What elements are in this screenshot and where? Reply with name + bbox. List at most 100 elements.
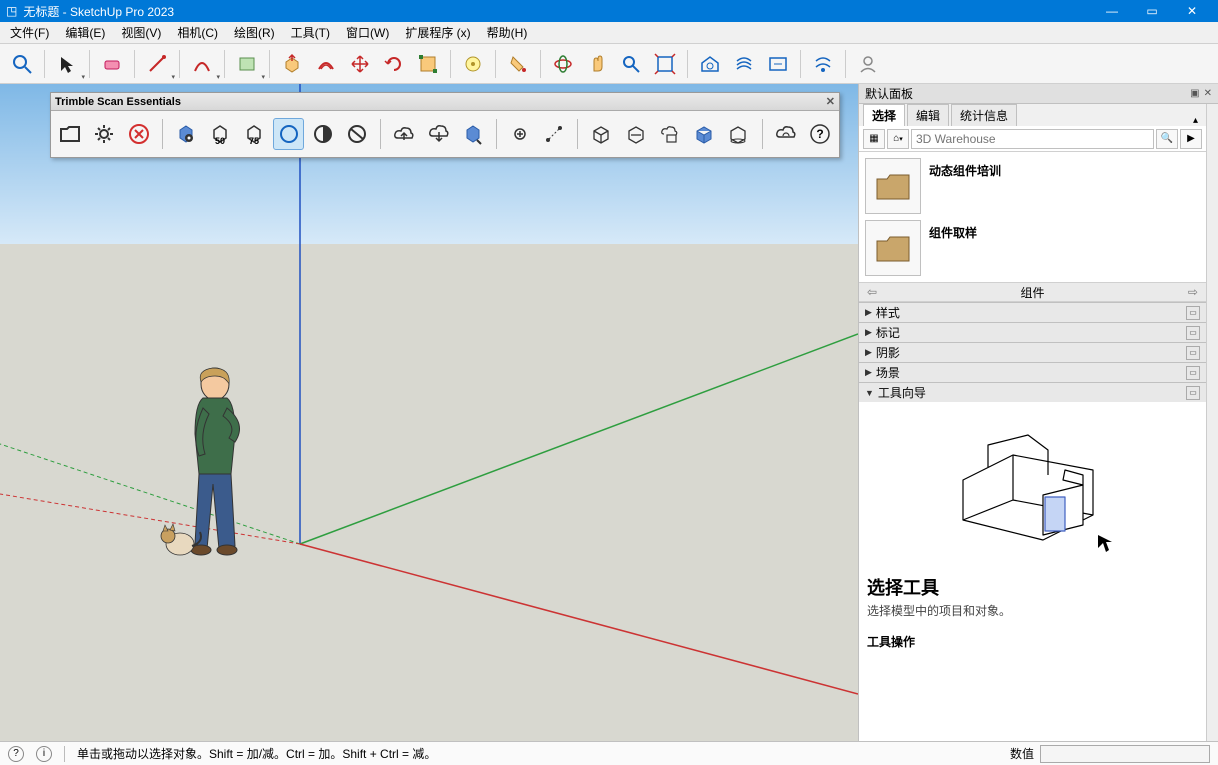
inspect-cloud-icon[interactable]: [458, 118, 488, 150]
line-tool-icon[interactable]: [141, 48, 173, 80]
side-panel-title: 默认面板: [865, 85, 913, 102]
menu-tools[interactable]: 工具(T): [285, 22, 336, 43]
panel-collapse-icon[interactable]: ▴: [1193, 115, 1202, 126]
search-tool-icon[interactable]: [6, 48, 38, 80]
cloud-download-icon[interactable]: [423, 118, 453, 150]
tab-edit[interactable]: 编辑: [907, 104, 949, 126]
offset-tool-icon[interactable]: [310, 48, 342, 80]
add-point-icon[interactable]: [505, 118, 535, 150]
solid-fit-icon[interactable]: [689, 118, 719, 150]
menu-view[interactable]: 视图(V): [115, 22, 167, 43]
side-tabs: 选择 编辑 统计信息 ▴: [859, 104, 1206, 126]
forward-icon[interactable]: ▶: [1180, 129, 1202, 149]
main-toolbar: [0, 44, 1218, 84]
side-scrollbar[interactable]: [1206, 104, 1218, 741]
minimize-button[interactable]: —: [1092, 0, 1132, 22]
help-icon[interactable]: ?: [805, 118, 835, 150]
extension-warehouse-icon[interactable]: [728, 48, 760, 80]
eraser-tool-icon[interactable]: [96, 48, 128, 80]
menu-help[interactable]: 帮助(H): [481, 22, 534, 43]
svg-text:?: ?: [816, 127, 823, 141]
classification-icon[interactable]: [342, 118, 372, 150]
search-input[interactable]: [911, 129, 1154, 149]
accordion-styles[interactable]: ▶样式▭: [859, 302, 1206, 322]
settings-icon[interactable]: [89, 118, 119, 150]
scale-tool-icon[interactable]: [412, 48, 444, 80]
tab-stats[interactable]: 统计信息: [951, 104, 1017, 126]
open-file-icon[interactable]: [55, 118, 85, 150]
nav-back-icon[interactable]: ⇦: [867, 285, 877, 299]
measure-icon[interactable]: [539, 118, 569, 150]
window-title: 无标题 - SketchUp Pro 2023: [23, 3, 1092, 20]
extension-manager-icon[interactable]: [807, 48, 839, 80]
instructor-illustration: [933, 420, 1133, 560]
intensity-icon[interactable]: [308, 118, 338, 150]
accordion-instructor[interactable]: ▼工具向导▭: [859, 382, 1206, 402]
density-75-icon[interactable]: 75: [239, 118, 269, 150]
rotate-tool-icon[interactable]: [378, 48, 410, 80]
menu-edit[interactable]: 编辑(E): [59, 22, 111, 43]
scan-toolbar-close-icon[interactable]: ✕: [826, 95, 835, 108]
app-icon: ◳: [6, 4, 17, 18]
title-bar: ◳ 无标题 - SketchUp Pro 2023 — ▭ ✕: [0, 0, 1218, 22]
pushpull-tool-icon[interactable]: [276, 48, 308, 80]
maximize-button[interactable]: ▭: [1132, 0, 1172, 22]
cloud-box-icon[interactable]: [655, 118, 685, 150]
nav-row: ⇦ 组件 ⇨: [859, 282, 1206, 302]
nav-label: 组件: [1020, 284, 1044, 301]
menu-camera[interactable]: 相机(C): [171, 22, 224, 43]
accordion-shadows[interactable]: ▶阴影▭: [859, 342, 1206, 362]
orbit-tool-icon[interactable]: [547, 48, 579, 80]
accordion-scenes[interactable]: ▶场景▭: [859, 362, 1206, 382]
zoom-extents-icon[interactable]: [649, 48, 681, 80]
zoom-tool-icon[interactable]: [615, 48, 647, 80]
arc-tool-icon[interactable]: [186, 48, 218, 80]
nav-forward-icon[interactable]: ⇨: [1188, 285, 1198, 299]
menu-file[interactable]: 文件(F): [4, 22, 55, 43]
paint-tool-icon[interactable]: [502, 48, 534, 80]
pan-tool-icon[interactable]: [581, 48, 613, 80]
density-50-icon[interactable]: 50: [205, 118, 235, 150]
accordion-tags[interactable]: ▶标记▭: [859, 322, 1206, 342]
instructor-panel: 选择工具 选择模型中的项目和对象。 工具操作: [859, 402, 1206, 741]
panel-close-icon[interactable]: ✕: [1204, 88, 1212, 99]
status-info-icon[interactable]: i: [36, 746, 52, 762]
select-tool-icon[interactable]: [51, 48, 83, 80]
close-button[interactable]: ✕: [1172, 0, 1212, 22]
menu-bar: 文件(F) 编辑(E) 视图(V) 相机(C) 绘图(R) 工具(T) 窗口(W…: [0, 22, 1218, 44]
component-item[interactable]: 组件取样: [865, 220, 1200, 276]
account-icon[interactable]: [852, 48, 884, 80]
component-name: 组件取样: [929, 220, 977, 241]
layout-icon[interactable]: [762, 48, 794, 80]
scan-toolbar-title-bar[interactable]: Trimble Scan Essentials ✕: [51, 93, 839, 111]
sync-cloud-icon[interactable]: [771, 118, 801, 150]
status-hint: 单击或拖动以选择对象。Shift = 加/减。Ctrl = 加。Shift + …: [77, 745, 436, 762]
delete-icon[interactable]: [124, 118, 154, 150]
warehouse-icon[interactable]: [694, 48, 726, 80]
home-icon[interactable]: ⌂▾: [887, 129, 909, 149]
menu-window[interactable]: 窗口(W): [340, 22, 395, 43]
view-cloud-icon[interactable]: [171, 118, 201, 150]
scan-essentials-toolbar[interactable]: Trimble Scan Essentials ✕ 50 75: [50, 92, 840, 158]
cloud-upload-icon[interactable]: [389, 118, 419, 150]
viewport[interactable]: Trimble Scan Essentials ✕ 50 75: [0, 84, 858, 741]
plane-fit-icon[interactable]: [621, 118, 651, 150]
box-fit-icon[interactable]: [586, 118, 616, 150]
shape-tool-icon[interactable]: [231, 48, 263, 80]
tab-select[interactable]: 选择: [863, 104, 905, 126]
measurement-input[interactable]: [1040, 745, 1210, 763]
component-list: 动态组件培训 组件取样: [859, 152, 1206, 282]
menu-ext[interactable]: 扩展程序 (x): [399, 22, 476, 43]
tape-tool-icon[interactable]: [457, 48, 489, 80]
color-mode-icon[interactable]: [273, 118, 303, 150]
view-mode-icon[interactable]: ▦: [863, 129, 885, 149]
ground-fit-icon[interactable]: [723, 118, 753, 150]
search-go-icon[interactable]: 🔍: [1156, 129, 1178, 149]
component-item[interactable]: 动态组件培训: [865, 158, 1200, 214]
menu-draw[interactable]: 绘图(R): [228, 22, 281, 43]
pin-icon[interactable]: ▣: [1190, 88, 1199, 99]
move-tool-icon[interactable]: [344, 48, 376, 80]
status-help-icon[interactable]: ?: [8, 746, 24, 762]
side-panel: 默认面板 ▣ ✕ 选择 编辑 统计信息 ▴ ▦ ⌂▾ 🔍 ▶: [858, 84, 1218, 741]
side-panel-header[interactable]: 默认面板 ▣ ✕: [859, 84, 1218, 104]
